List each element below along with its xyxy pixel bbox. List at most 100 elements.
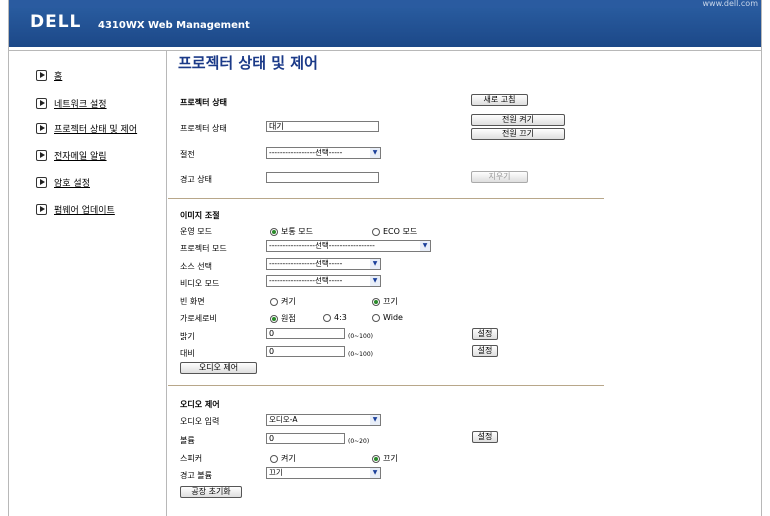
contrast-range: (0~100) [348,351,373,358]
clear-button[interactable]: 지우기 [471,171,528,183]
section-divider [168,385,604,386]
radio-label: Wide [383,313,403,322]
section-title-audio: 오디오 제어 [180,400,220,409]
dell-logo: DELL [30,12,82,32]
radio-icon [323,313,331,322]
radio-label: 켜기 [281,297,296,306]
arrow-right-icon [36,69,47,81]
projector-mode-select[interactable]: -----------------선택----------------- ▼ [266,240,431,252]
sidebar-item-label[interactable]: 프로젝터 상태 및 제어 [54,122,137,135]
radio-label: 4:3 [334,313,347,322]
contrast-label: 대비 [180,349,195,358]
alarm-volume-select[interactable]: 끄기 ▼ [266,467,381,479]
warning-state-label: 경고 상태 [180,175,212,184]
sidebar-item-password[interactable]: 암호 설정 [36,174,90,190]
radio-selected-icon [270,227,278,236]
chevron-down-icon: ▼ [420,241,430,251]
aspect-43-radio[interactable]: 4:3 [323,313,347,322]
volume-range: (0~20) [348,438,370,445]
radio-selected-icon [372,297,380,306]
select-value: 오디오-A [269,415,298,424]
power-off-button[interactable]: 전원 끄기 [471,128,565,140]
operation-mode-label: 운영 모드 [180,227,212,236]
sidebar-item-projector-status[interactable]: 프로젝터 상태 및 제어 [36,120,137,136]
section-title-status: 프로젝터 상태 [180,98,227,107]
chevron-down-icon: ▼ [370,415,380,425]
chevron-down-icon: ▼ [370,276,380,286]
brightness-input[interactable]: 0 [266,328,345,339]
header-top-strip [9,0,761,8]
volume-label: 볼륨 [180,436,195,445]
sidebar-divider [166,50,167,516]
arrow-right-icon [36,203,47,215]
chevron-down-icon: ▼ [370,259,380,269]
sidebar-item-network[interactable]: 네트워크 설정 [36,95,107,111]
factory-reset-button[interactable]: 공장 초기화 [180,486,242,498]
blank-off-radio[interactable]: 끄기 [372,296,398,307]
aspect-wide-radio[interactable]: Wide [372,313,403,322]
radio-label: 원점 [281,314,296,323]
contrast-set-button[interactable]: 설정 [472,345,498,357]
radio-label: ECO 모드 [383,227,418,236]
speaker-on-radio[interactable]: 켜기 [270,453,296,464]
select-value: -----------------선택----- [269,259,343,268]
radio-label: 켜기 [281,454,296,463]
power-on-button[interactable]: 전원 켜기 [471,114,565,126]
warning-state-field[interactable] [266,172,379,183]
sidebar-item-label[interactable]: 전자메일 알림 [54,149,107,162]
contrast-input[interactable]: 0 [266,346,345,357]
page-title: 프로젝터 상태 및 제어 [178,54,318,72]
alarm-volume-label: 경고 볼륨 [180,471,212,480]
refresh-button[interactable]: 새로 고침 [471,94,528,106]
site-url[interactable]: www.dell.com [702,0,758,8]
audio-input-select[interactable]: 오디오-A ▼ [266,414,381,426]
sidebar-item-home[interactable]: 홈 [36,67,62,83]
sidebar-item-label[interactable]: 펌웨어 업데이트 [54,203,115,216]
section-title-image: 이미지 조절 [180,211,220,220]
speaker-label: 스피커 [180,454,203,463]
sidebar-item-firmware[interactable]: 펌웨어 업데이트 [36,201,115,217]
radio-label: 끄기 [383,454,398,463]
section-divider [168,198,604,199]
brightness-label: 밝기 [180,332,195,341]
sidebar-item-label[interactable]: 암호 설정 [54,176,90,189]
sidebar-item-label[interactable]: 네트워크 설정 [54,97,107,110]
select-value: -----------------선택----------------- [269,241,375,250]
audio-control-button[interactable]: 오디오 제어 [180,362,257,374]
arrow-right-icon [36,97,47,109]
source-select-label: 소스 선택 [180,262,212,271]
projector-mode-label: 프로젝터 모드 [180,244,227,253]
blank-on-radio[interactable]: 켜기 [270,296,296,307]
arrow-right-icon [36,149,47,161]
projector-state-label: 프로젝터 상태 [180,124,227,133]
radio-label: 끄기 [383,297,398,306]
op-eco-radio[interactable]: ECO 모드 [372,226,417,237]
projector-state-field[interactable]: 대기 [266,121,379,132]
radio-icon [270,297,278,306]
op-normal-radio[interactable]: 보통 모드 [270,226,313,237]
source-select[interactable]: -----------------선택----- ▼ [266,258,381,270]
radio-selected-icon [372,454,380,463]
sidebar-item-label[interactable]: 홈 [54,69,62,82]
select-value: -----------------선택----- [269,276,343,285]
aspect-original-radio[interactable]: 원점 [270,313,296,324]
audio-input-label: 오디오 입력 [180,417,220,426]
volume-input[interactable]: 0 [266,433,345,444]
radio-icon [372,313,380,322]
aspect-ratio-label: 가로세로비 [180,314,217,323]
sidebar-item-email-alert[interactable]: 전자메일 알림 [36,147,107,163]
volume-set-button[interactable]: 설정 [472,431,498,443]
power-saving-select[interactable]: -----------------선택----- ▼ [266,147,381,159]
select-value: -----------------선택----- [269,148,343,157]
radio-icon [372,227,380,236]
radio-icon [270,454,278,463]
video-mode-label: 비디오 모드 [180,279,220,288]
power-saving-label: 절전 [180,150,195,159]
chevron-down-icon: ▼ [370,468,380,478]
speaker-off-radio[interactable]: 끄기 [372,453,398,464]
radio-selected-icon [270,314,278,323]
video-mode-select[interactable]: -----------------선택----- ▼ [266,275,381,287]
brightness-set-button[interactable]: 설정 [472,328,498,340]
header-divider [9,50,761,51]
brightness-range: (0~100) [348,333,373,340]
